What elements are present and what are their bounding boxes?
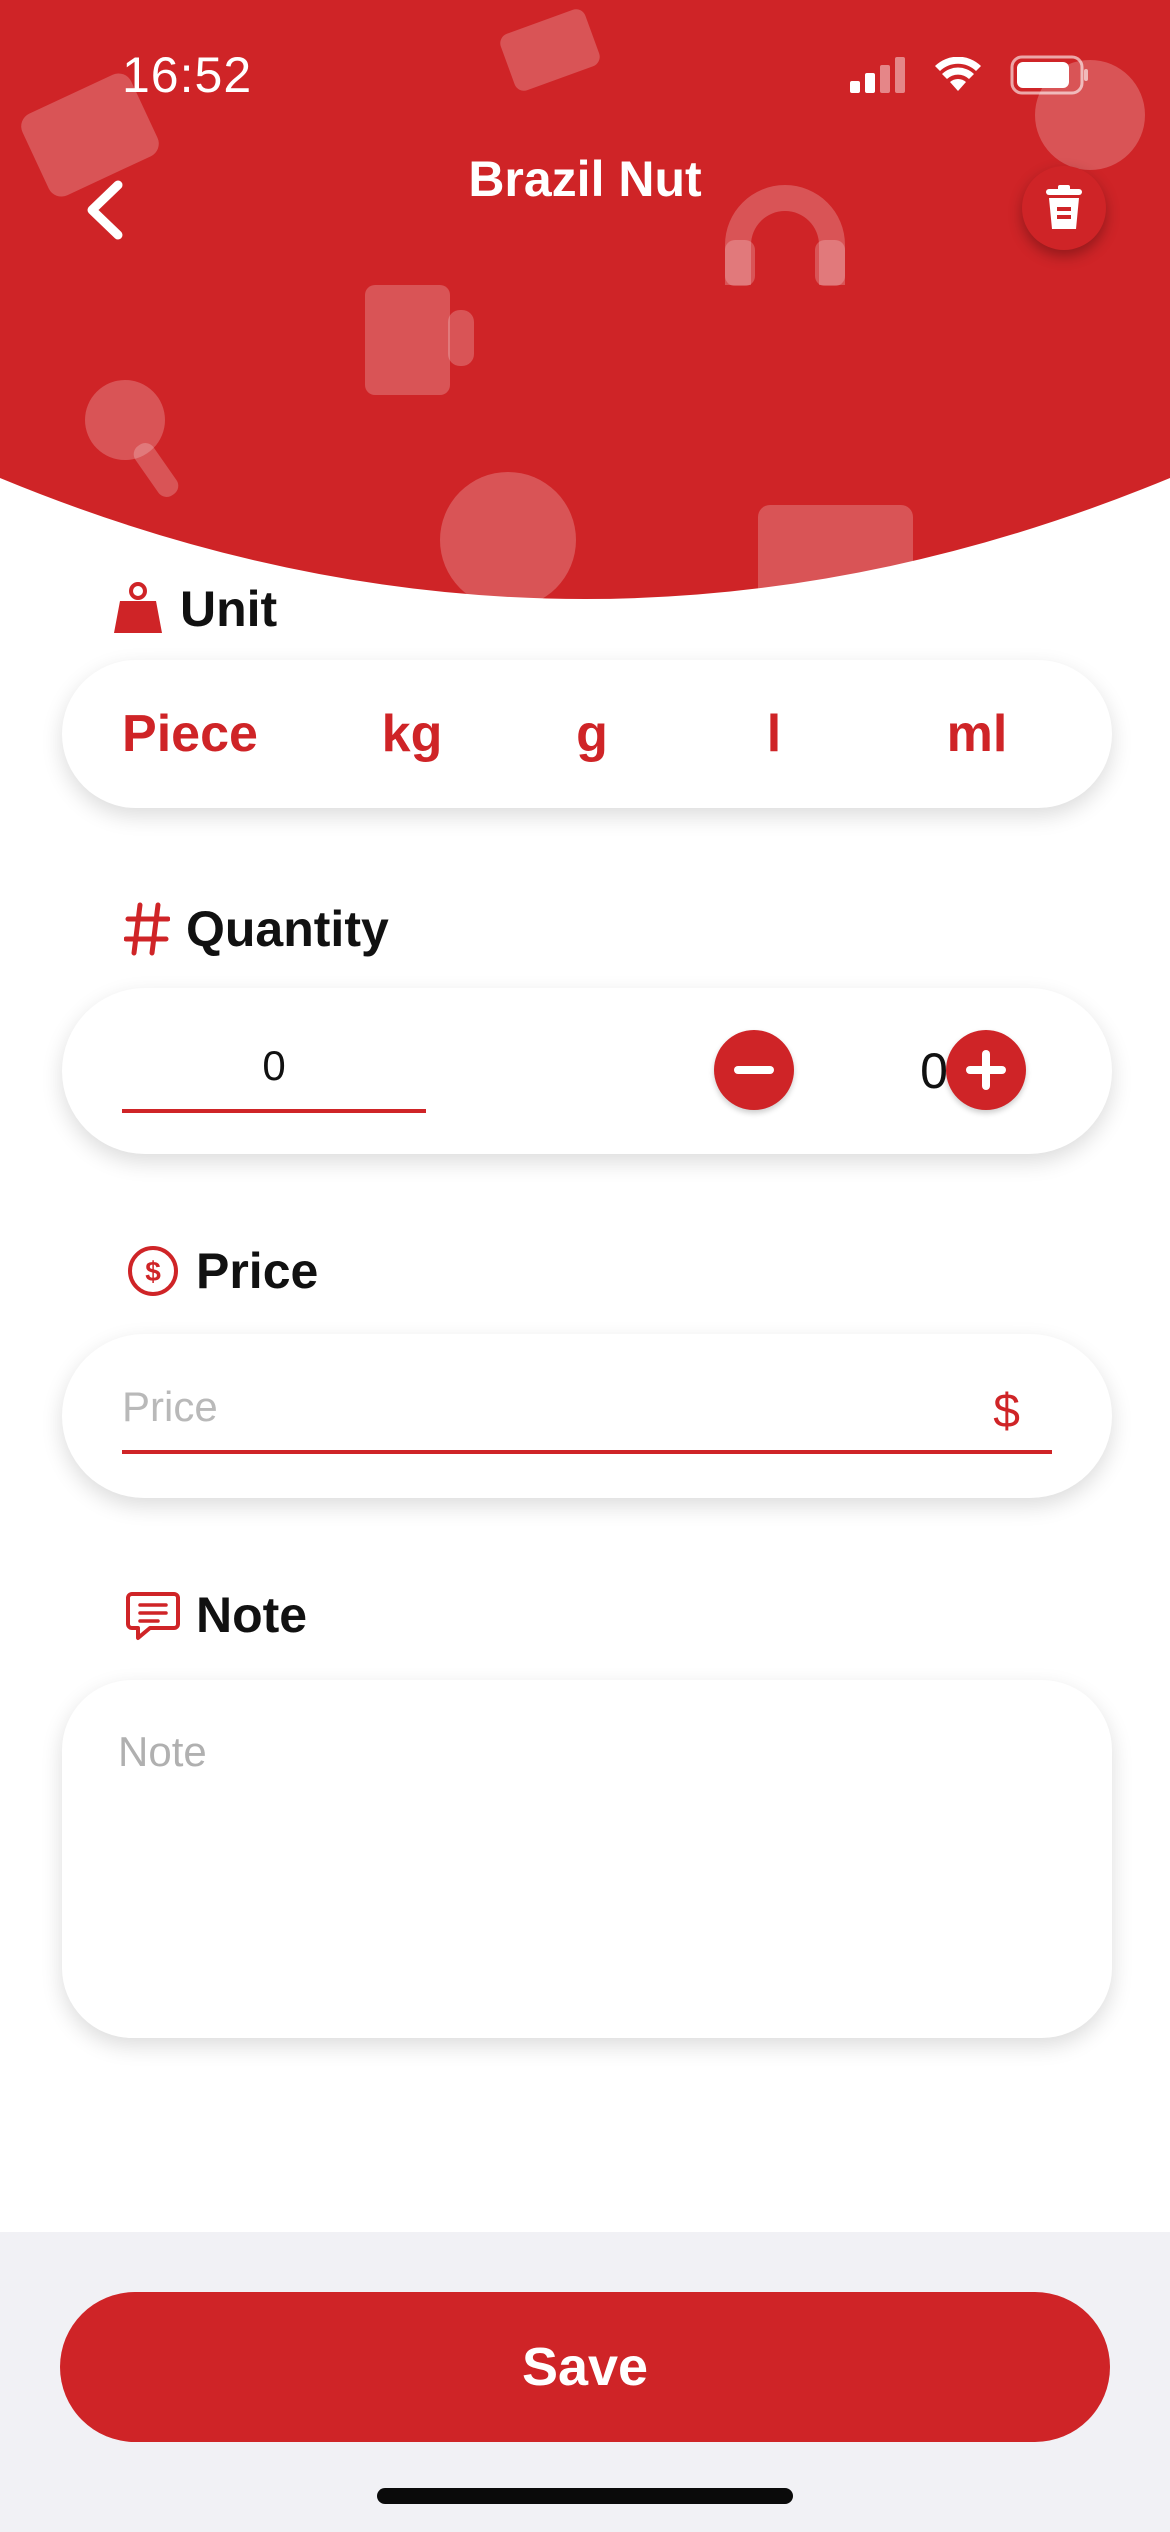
unit-option-g[interactable]: g <box>542 660 642 808</box>
save-button[interactable]: Save <box>60 2292 1110 2442</box>
price-section-label: $ Price <box>126 1242 318 1300</box>
decrement-button[interactable] <box>714 1030 794 1110</box>
signal-icon <box>850 57 905 93</box>
back-button[interactable] <box>78 175 138 245</box>
delete-button[interactable] <box>1022 166 1106 250</box>
unit-section-label: Unit <box>112 580 277 638</box>
page-title: Brazil Nut <box>468 151 702 207</box>
note-card <box>62 1680 1112 2038</box>
note-input[interactable] <box>118 1728 1058 1998</box>
quantity-section-label: Quantity <box>124 900 389 958</box>
price-label: Price <box>196 1243 319 1299</box>
chevron-left-icon <box>87 180 123 240</box>
price-input[interactable] <box>122 1364 1052 1454</box>
quantity-card: 0 <box>62 988 1112 1154</box>
trash-icon <box>1046 185 1082 229</box>
unit-selector: Piece kg g l ml <box>62 660 1112 808</box>
home-indicator <box>377 2488 793 2504</box>
quantity-input[interactable] <box>122 1023 426 1113</box>
unit-option-l[interactable]: l <box>724 660 824 808</box>
note-section-label: Note <box>126 1586 307 1644</box>
increment-button[interactable] <box>946 1030 1026 1110</box>
dollar-circle-icon: $ <box>128 1246 178 1296</box>
minus-icon <box>734 1066 774 1074</box>
header: 16:52 Brazil Nut <box>0 0 1170 600</box>
quantity-label: Quantity <box>186 901 389 957</box>
hash-icon <box>124 902 170 956</box>
note-label: Note <box>196 1587 308 1643</box>
status-icons <box>850 55 1090 95</box>
footer: Save <box>0 2232 1170 2532</box>
unit-option-kg[interactable]: kg <box>362 660 462 808</box>
currency-symbol: $ <box>993 1385 1020 1438</box>
svg-text:$: $ <box>145 1256 161 1287</box>
unit-option-piece[interactable]: Piece <box>102 660 278 808</box>
unit-option-ml[interactable]: ml <box>922 660 1032 808</box>
wifi-icon <box>935 57 981 91</box>
unit-label: Unit <box>180 581 278 637</box>
comment-icon <box>126 1592 180 1640</box>
status-time: 16:52 <box>122 47 253 103</box>
battery-icon <box>1010 55 1088 95</box>
price-card: $ <box>62 1334 1112 1498</box>
weight-icon <box>114 582 162 633</box>
plus-icon <box>966 1050 1006 1090</box>
